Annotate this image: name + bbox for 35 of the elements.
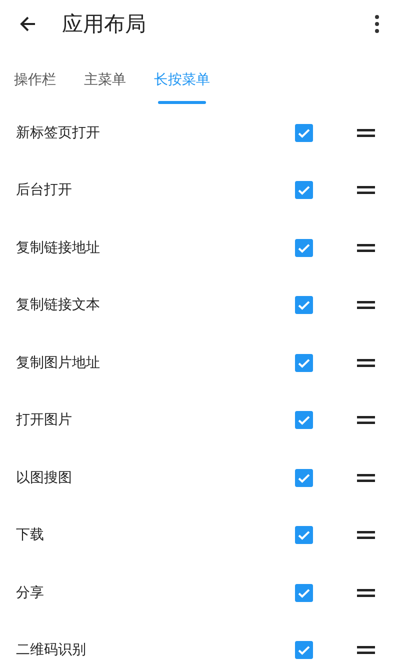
drag-handle-icon[interactable] [357,128,375,137]
checkbox[interactable] [295,354,313,372]
back-icon[interactable] [18,14,38,34]
checkbox[interactable] [295,296,313,314]
menu-item-label: 复制链接文本 [16,296,101,314]
checkbox[interactable] [295,124,313,142]
menu-item-label: 打开图片 [16,411,73,430]
checkbox[interactable] [295,468,313,487]
drag-handle-icon[interactable] [357,358,375,367]
drag-handle-icon[interactable] [357,646,375,654]
menu-item-label: 二维码识别 [16,641,87,660]
drag-handle-icon[interactable] [357,186,375,194]
menu-item-label: 复制链接地址 [16,238,101,257]
menu-item-label: 后台打开 [16,181,73,200]
menu-item-label: 分享 [16,584,45,602]
tab[interactable]: 主菜单 [84,48,126,104]
drag-handle-icon[interactable] [357,301,375,310]
menu-item-label: 新标签页打开 [16,124,101,142]
menu-item-label: 复制图片地址 [16,354,101,372]
checkbox[interactable] [295,411,313,430]
checkbox[interactable] [295,526,313,544]
tab[interactable]: 操作栏 [14,48,56,104]
drag-handle-icon[interactable] [357,416,375,424]
checkbox[interactable] [295,584,313,602]
drag-handle-icon[interactable] [357,531,375,540]
checkbox[interactable] [295,181,313,200]
menu-item-label: 以图搜图 [16,468,73,487]
page-title: 应用布局 [62,11,147,38]
drag-handle-icon[interactable] [357,588,375,597]
checkbox[interactable] [295,238,313,257]
more-icon[interactable] [374,14,380,34]
menu-item-label: 下载 [16,526,45,544]
checkbox[interactable] [295,641,313,660]
drag-handle-icon[interactable] [357,244,375,252]
drag-handle-icon[interactable] [357,474,375,482]
